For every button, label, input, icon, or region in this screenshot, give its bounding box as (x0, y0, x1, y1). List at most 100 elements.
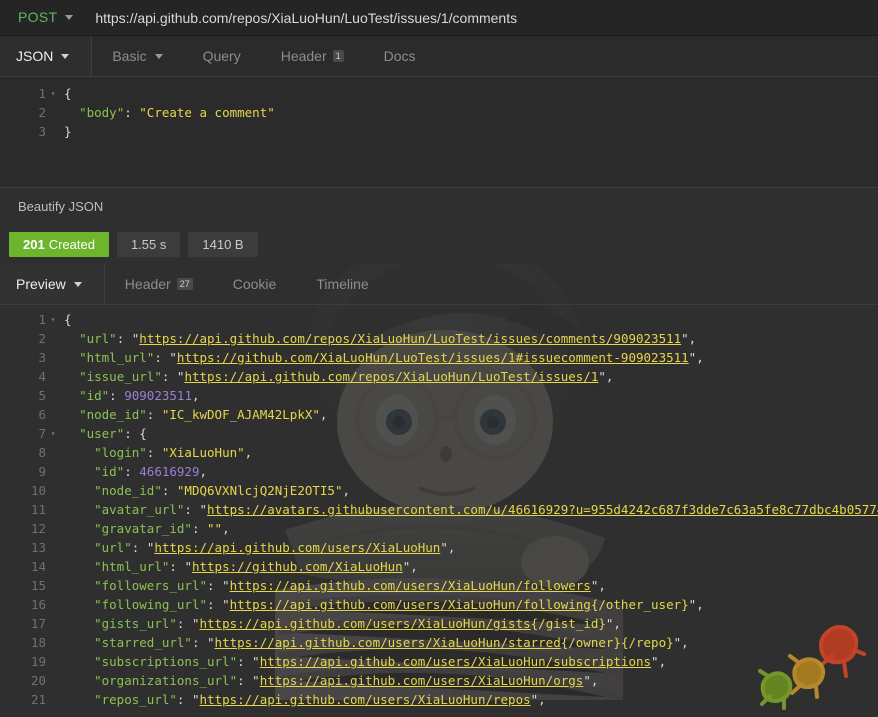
code-token: , (200, 464, 208, 479)
code-token: , (245, 445, 253, 460)
indent (64, 521, 94, 536)
fold-spacer (46, 519, 60, 538)
tab-count-badge: 1 (333, 50, 344, 62)
code-token: "html_url" (79, 350, 154, 365)
fold-toggle-icon[interactable]: ▾ (46, 84, 60, 103)
code-line: 8 "login": "XiaLuoHun", (0, 443, 878, 462)
chevron-down-icon (74, 282, 82, 287)
code-token: : (117, 331, 132, 346)
code-text: "gists_url": "https://api.github.com/use… (60, 614, 621, 633)
code-link[interactable]: https://api.github.com/repos/XiaLuoHun/L… (139, 331, 681, 346)
code-text: "html_url": "https://github.com/XiaLuoHu… (60, 557, 418, 576)
line-number: 13 (0, 538, 46, 557)
chevron-down-icon (65, 15, 73, 20)
response-tab-timeline[interactable]: Timeline (296, 264, 388, 304)
code-link[interactable]: https://avatars.githubusercontent.com/u/… (207, 502, 878, 517)
api-client-window: POST https://api.github.com/repos/XiaLuo… (0, 0, 878, 717)
fold-spacer (46, 576, 60, 595)
code-text: "subscriptions_url": "https://api.github… (60, 652, 666, 671)
indent (64, 559, 94, 574)
code-token: : (162, 483, 177, 498)
indent (64, 616, 94, 631)
line-number: 16 (0, 595, 46, 614)
request-tab-json[interactable]: JSON (0, 36, 92, 76)
response-tab-bar: PreviewHeader27Cookie Timeline (0, 264, 878, 305)
code-link[interactable]: https://github.com/XiaLuoHun (192, 559, 403, 574)
code-token: " (252, 654, 260, 669)
code-token: : (237, 673, 252, 688)
response-tab-header[interactable]: Header27 (105, 264, 213, 304)
code-line: 10 "node_id": "MDQ6VXNlcjQ2NjE2OTI5", (0, 481, 878, 500)
request-tab-query[interactable]: Query (183, 36, 261, 76)
response-tab-preview[interactable]: Preview (0, 264, 105, 304)
fold-spacer (46, 443, 60, 462)
code-token: : (147, 407, 162, 422)
indent (64, 445, 94, 460)
response-body-viewer[interactable]: 1▾{2 "url": "https://api.github.com/repo… (0, 305, 878, 709)
code-token: "following_url" (94, 597, 207, 612)
tab-label: Timeline (316, 276, 368, 292)
tab-label: Header (281, 48, 327, 64)
fold-spacer (46, 367, 60, 386)
code-link[interactable]: https://api.github.com/users/XiaLuoHun/o… (260, 673, 584, 688)
code-token: "MDQ6VXNlcjQ2NjE2OTI5" (177, 483, 343, 498)
http-method-label: POST (18, 9, 57, 25)
code-text: } (60, 122, 72, 141)
line-number: 5 (0, 386, 46, 405)
request-url-bar: POST https://api.github.com/repos/XiaLuo… (0, 0, 878, 36)
fold-toggle-icon[interactable]: ▾ (46, 310, 60, 329)
indent (64, 407, 79, 422)
code-link[interactable]: https://api.github.com/users/XiaLuoHun/s… (260, 654, 651, 669)
beautify-bar: Beautify JSON (0, 187, 878, 225)
code-line: 12 "gravatar_id": "", (0, 519, 878, 538)
code-token: ", (651, 654, 666, 669)
code-text: { (60, 84, 72, 103)
http-method-selector[interactable]: POST (18, 9, 73, 27)
code-link[interactable]: https://api.github.com/users/XiaLuoHun/r… (200, 692, 531, 707)
code-token: " (184, 559, 192, 574)
code-line: 1▾{ (0, 310, 878, 329)
code-link[interactable]: https://api.github.com/users/XiaLuoHun/s… (215, 635, 561, 650)
code-link[interactable]: https://api.github.com/users/XiaLuoHun/f… (230, 597, 591, 612)
code-token: "node_id" (94, 483, 162, 498)
line-number: 15 (0, 576, 46, 595)
response-tab-cookie[interactable]: Cookie (213, 264, 297, 304)
code-text: "user": { (60, 424, 147, 443)
line-number: 2 (0, 329, 46, 348)
request-tab-docs[interactable]: Docs (364, 36, 436, 76)
code-text: "node_id": "MDQ6VXNlcjQ2NjE2OTI5", (60, 481, 350, 500)
tab-label: Docs (384, 48, 416, 64)
beautify-json-button[interactable]: Beautify JSON (18, 199, 103, 214)
code-link[interactable]: https://api.github.com/repos/XiaLuoHun/L… (184, 369, 598, 384)
code-line: 11 "avatar_url": "https://avatars.github… (0, 500, 878, 519)
fold-spacer (46, 690, 60, 709)
code-link[interactable]: https://github.com/XiaLuoHun/LuoTest/iss… (177, 350, 689, 365)
fold-toggle-icon[interactable]: ▾ (46, 424, 60, 443)
fold-spacer (46, 614, 60, 633)
response-size-badge: 1410 B (188, 232, 257, 257)
fold-spacer (46, 557, 60, 576)
code-link[interactable]: https://api.github.com/users/XiaLuoHun/g… (200, 616, 531, 631)
code-line: 9 "id": 46616929, (0, 462, 878, 481)
code-link[interactable]: https://api.github.com/users/XiaLuoHun (154, 540, 440, 555)
fold-spacer (46, 405, 60, 424)
line-number: 12 (0, 519, 46, 538)
code-token: ", (591, 578, 606, 593)
code-text: "avatar_url": "https://avatars.githubuse… (60, 500, 878, 519)
line-number: 9 (0, 462, 46, 481)
code-line: 14 "html_url": "https://github.com/XiaLu… (0, 557, 878, 576)
request-tab-header[interactable]: Header 1 (261, 36, 364, 76)
request-url-input[interactable]: https://api.github.com/repos/XiaLuoHun/L… (95, 10, 517, 26)
request-tab-basic[interactable]: Basic (92, 36, 182, 76)
code-link[interactable]: https://api.github.com/users/XiaLuoHun/f… (230, 578, 591, 593)
code-token: "organizations_url" (94, 673, 237, 688)
status-badge: 201Created (9, 232, 109, 257)
fold-spacer (46, 538, 60, 557)
code-line: 3 "html_url": "https://github.com/XiaLuo… (0, 348, 878, 367)
code-token: , (192, 388, 200, 403)
code-line: 15 "followers_url": "https://api.github.… (0, 576, 878, 595)
line-number: 3 (0, 122, 46, 141)
code-text: "node_id": "IC_kwDOF_AJAM42LpkX", (60, 405, 327, 424)
request-body-editor[interactable]: 1▾{2 "body": "Create a comment"3} (0, 77, 878, 187)
code-token: "avatar_url" (94, 502, 184, 517)
